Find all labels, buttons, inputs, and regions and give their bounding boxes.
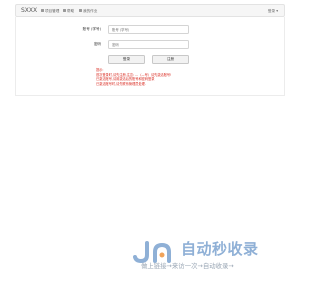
notice-title: 提示: — [96, 68, 104, 72]
top-navbar: SXXX 项目管理 帮助 我的作业 登录 ▾ — [15, 4, 285, 17]
register-button[interactable]: 注册 — [152, 55, 189, 64]
watermark-title: 自动秒收录 — [181, 240, 259, 258]
nav-item-homework[interactable]: 我的作业 — [79, 7, 97, 15]
info-icon — [63, 9, 66, 12]
notice-line-1: 首次登录时,请先注册,注意: ...（—号）请先激活账号! — [96, 72, 172, 77]
watermark-subtitle: 做上链接→来访一次→自动收录→ — [141, 262, 234, 270]
account-label: 账号 (学号) — [82, 27, 101, 31]
nav-item-projects[interactable]: 项目管理 — [41, 7, 59, 15]
password-label: 密码 — [93, 42, 101, 46]
watermark: 自动秒收录 做上链接→来访一次→自动收录→ — [133, 239, 283, 275]
nav-item-homework-label: 我的作业 — [83, 9, 98, 13]
nav-item-help[interactable]: 帮助 — [63, 7, 74, 15]
doc-icon — [79, 9, 82, 12]
password-input[interactable] — [108, 40, 189, 49]
account-input[interactable] — [108, 25, 189, 34]
user-menu-dropdown[interactable]: 登录 ▾ — [268, 7, 278, 15]
login-button[interactable]: 登录 — [108, 55, 145, 64]
brand-logo[interactable]: SXXX — [21, 6, 37, 16]
grid-icon — [41, 9, 44, 12]
nav-item-projects-label: 项目管理 — [45, 9, 60, 13]
notice-line-3: 已激活账号时,请先联系管理员处理. — [96, 81, 146, 86]
notice-line-2: 已激活账号,请用激活后的账号和密码登录 — [96, 77, 155, 81]
nav-item-help-label: 帮助 — [67, 9, 75, 13]
